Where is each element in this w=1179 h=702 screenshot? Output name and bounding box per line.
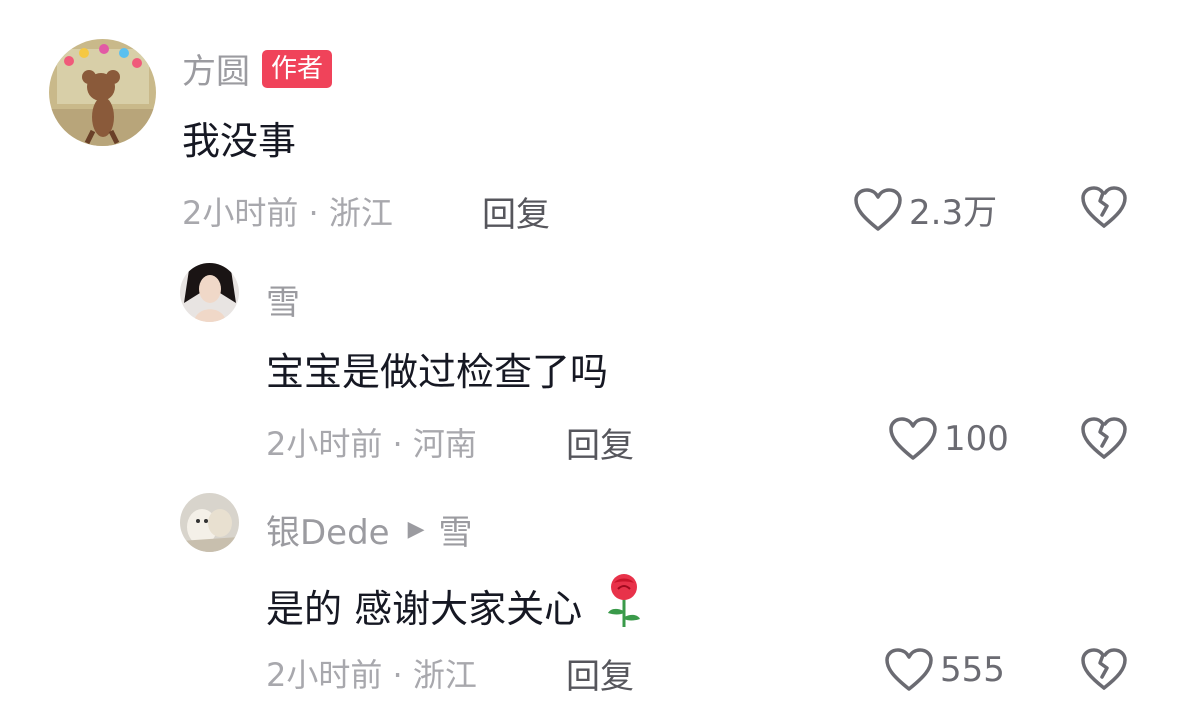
like-count: 555 <box>940 650 1005 690</box>
comment-text: 是的 感谢大家关心 <box>266 573 644 638</box>
comment-location: 浙江 <box>412 656 477 694</box>
broken-heart-icon <box>1081 186 1127 228</box>
reply-button[interactable]: 回复 <box>566 418 634 467</box>
dislike-button[interactable] <box>1080 648 1128 696</box>
comment-time: 2小时前 <box>266 425 383 463</box>
like-button[interactable]: 100 <box>888 416 1009 462</box>
author-name[interactable]: 银Dede <box>266 505 390 554</box>
comment-meta: 2小时前 · 河南 <box>266 419 477 465</box>
dislike-button[interactable] <box>1080 186 1128 234</box>
meta-separator: · <box>382 656 413 694</box>
dislike-button[interactable] <box>1080 417 1128 465</box>
reply-button[interactable]: 回复 <box>482 187 550 236</box>
broken-heart-icon <box>1081 417 1127 459</box>
heart-icon <box>854 187 902 231</box>
comment-time: 2小时前 <box>266 656 383 694</box>
comment-time: 2小时前 <box>182 194 299 232</box>
like-button[interactable]: 2.3万 <box>853 185 997 234</box>
reply-target-name[interactable]: 雪 <box>439 505 473 554</box>
girl-photo-avatar-icon <box>180 263 239 322</box>
like-button[interactable]: 555 <box>884 647 1005 693</box>
cat-photo-avatar-icon <box>180 493 239 552</box>
author-name[interactable]: 方圆 <box>182 44 250 93</box>
meta-separator: · <box>298 194 329 232</box>
rose-emoji-icon <box>604 573 644 638</box>
author-badge: 作者 <box>262 49 333 88</box>
broken-heart-icon <box>1081 648 1127 690</box>
like-count: 100 <box>944 419 1009 459</box>
like-count: 2.3万 <box>909 193 998 233</box>
avatar[interactable] <box>49 39 156 146</box>
cartoon-mouse-avatar-icon <box>49 39 156 146</box>
avatar[interactable] <box>180 263 239 322</box>
comment-text-content: 是的 感谢大家关心 <box>266 587 583 631</box>
comment-location: 河南 <box>412 425 477 463</box>
meta-separator: · <box>382 425 413 463</box>
reply-arrow-icon: ▶ <box>407 517 425 542</box>
heart-icon <box>889 417 937 460</box>
heart-icon <box>885 648 933 691</box>
comment-text: 宝宝是做过检查了吗 <box>266 350 609 394</box>
avatar[interactable] <box>180 493 239 552</box>
reply-button[interactable]: 回复 <box>566 649 634 698</box>
comment-text: 我没事 <box>182 119 297 163</box>
comment-meta: 2小时前 · 浙江 <box>182 188 393 234</box>
comment-location: 浙江 <box>328 194 393 232</box>
comment-meta: 2小时前 · 浙江 <box>266 650 477 696</box>
author-name[interactable]: 雪 <box>266 275 300 324</box>
